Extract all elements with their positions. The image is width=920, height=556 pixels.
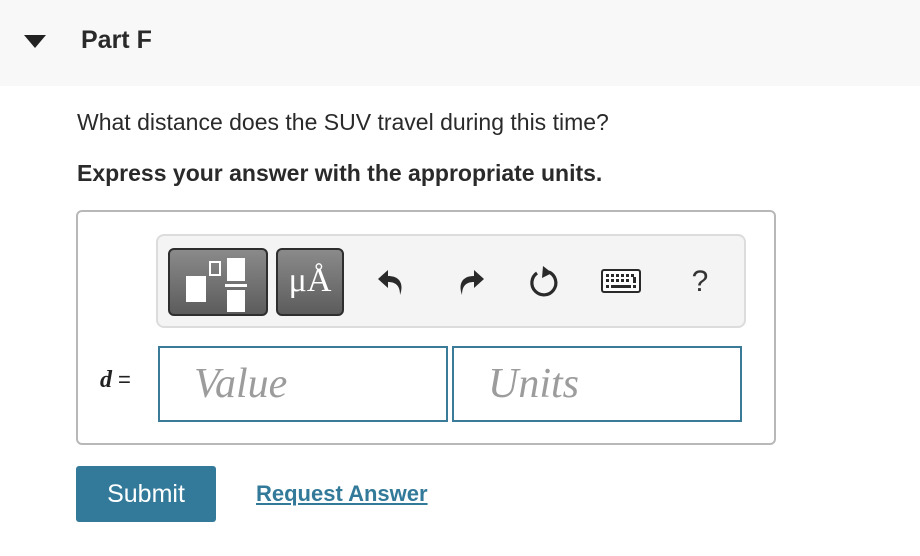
undo-icon <box>378 270 402 295</box>
help-button[interactable]: ? <box>680 262 720 302</box>
reset-button[interactable] <box>524 262 564 302</box>
answer-box: μÅ ? d = Value Units <box>76 210 776 445</box>
part-header: Part F <box>0 0 920 86</box>
math-toolbar: μÅ ? <box>156 234 746 328</box>
value-input[interactable] <box>158 346 448 422</box>
part-title: Part F <box>81 26 152 54</box>
templates-icon <box>186 258 247 312</box>
variable-symbol: d <box>100 367 112 393</box>
units-glyph: μÅ <box>288 262 332 299</box>
units-button[interactable]: μÅ <box>276 248 344 316</box>
request-answer-link[interactable]: Request Answer <box>256 481 428 507</box>
question-text: What distance does the SUV travel during… <box>77 109 609 135</box>
instruction-text: Express your answer with the appropriate… <box>77 160 603 186</box>
keyboard-icon <box>601 269 641 293</box>
submit-button[interactable]: Submit <box>76 466 216 522</box>
templates-button[interactable] <box>168 248 268 316</box>
units-input[interactable] <box>452 346 742 422</box>
undo-button[interactable] <box>372 262 412 302</box>
collapse-triangle-icon[interactable] <box>24 35 46 49</box>
redo-icon <box>460 270 484 295</box>
variable-label: d = <box>100 367 131 394</box>
reset-icon <box>530 266 558 297</box>
redo-button[interactable] <box>450 262 490 302</box>
keyboard-button[interactable] <box>601 262 641 302</box>
equals-sign: = <box>118 367 131 392</box>
